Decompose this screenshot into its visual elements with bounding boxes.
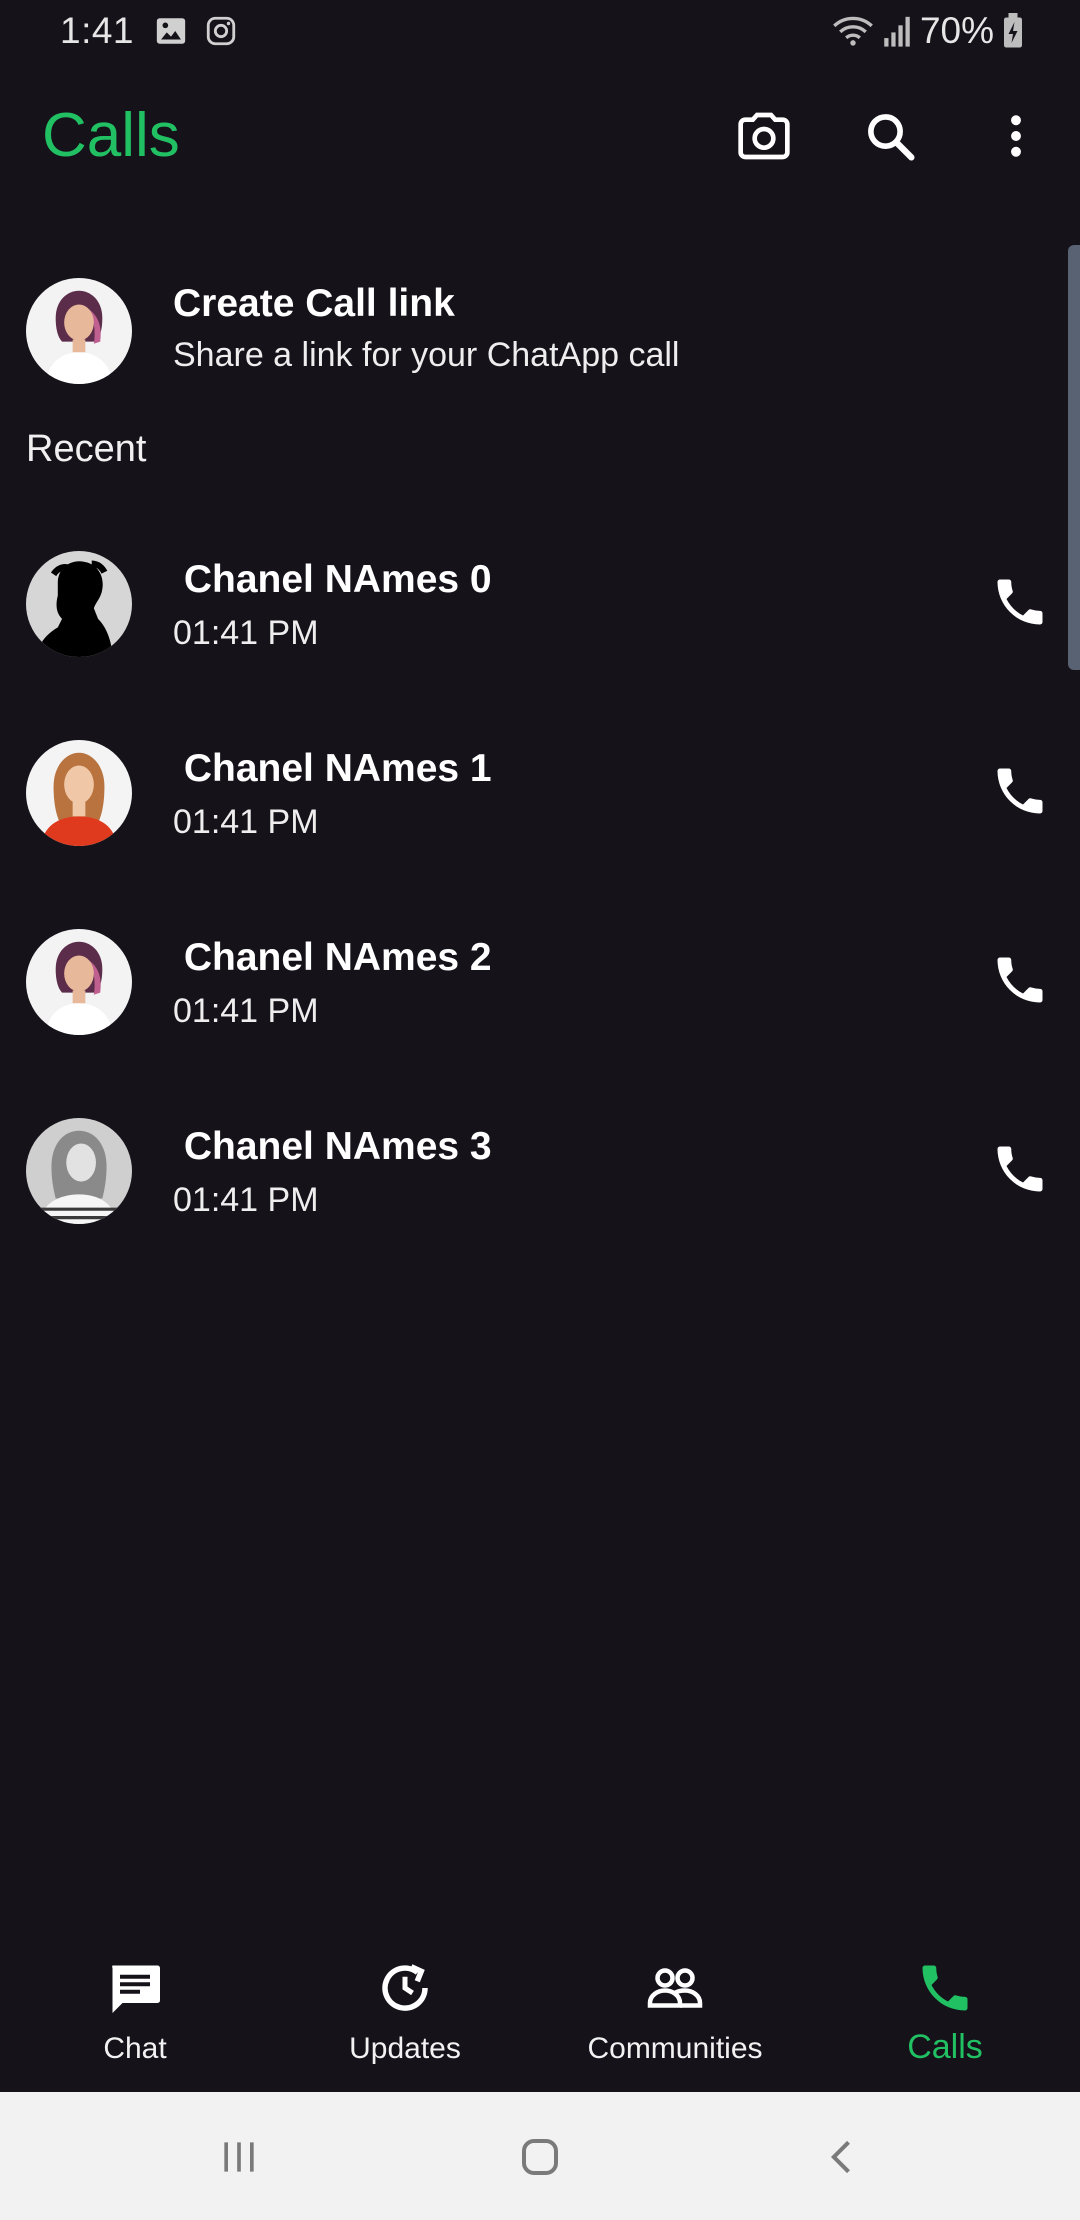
phone-icon[interactable]: [990, 761, 1050, 821]
camera-button[interactable]: [734, 106, 794, 166]
call-row[interactable]: Chanel NAmes 2 01:41 PM: [0, 916, 1080, 1056]
communities-icon: [647, 1968, 703, 2008]
back-icon: [830, 2140, 850, 2174]
back-button[interactable]: [808, 2122, 878, 2192]
status-bar: 1:41 70%: [0, 0, 1080, 64]
search-button[interactable]: [860, 106, 920, 166]
calls-screen: 1:41 70% Calls Create Call link Share a …: [0, 0, 1080, 2220]
home-button[interactable]: [505, 2122, 575, 2192]
nav-chat[interactable]: Chat: [0, 1940, 270, 2092]
battery-percent: 70%: [919, 10, 994, 51]
section-recent-label: Recent: [26, 428, 147, 470]
recents-icon: [224, 2142, 254, 2172]
nav-chat-label: Chat: [103, 2032, 167, 2065]
phone-icon[interactable]: [990, 950, 1050, 1010]
create-call-link[interactable]: Create Call link Share a link for your C…: [0, 270, 1080, 390]
image-icon: [156, 18, 186, 44]
home-icon: [522, 2139, 558, 2175]
page-title: Calls: [42, 101, 180, 170]
call-contact-name: Chanel NAmes 2: [173, 936, 492, 979]
wifi-icon: [833, 16, 873, 46]
nav-communities[interactable]: Communities: [540, 1940, 810, 2092]
call-contact-name: Chanel NAmes 0: [173, 558, 492, 601]
avatar: [26, 278, 132, 384]
call-row[interactable]: Chanel NAmes 3 01:41 PM: [0, 1105, 1080, 1245]
avatar: [26, 551, 132, 657]
status-right: 70%: [832, 10, 1024, 52]
call-time: 01:41 PM: [173, 803, 319, 841]
instagram-icon: [206, 16, 236, 46]
signal-icon: [884, 16, 910, 47]
system-navigation-bar: [0, 2092, 1080, 2220]
nav-updates[interactable]: Updates: [270, 1940, 540, 2092]
camera-icon: [738, 112, 790, 160]
bottom-navigation: Chat Updates Communities Calls: [0, 1940, 1080, 2092]
phone-icon[interactable]: [990, 572, 1050, 632]
app-bar: Calls: [0, 80, 1080, 190]
call-time: 01:41 PM: [173, 1181, 319, 1219]
more-vert-icon: [1011, 115, 1021, 157]
create-call-link-subtitle: Share a link for your ChatApp call: [173, 336, 680, 374]
avatar: [26, 740, 132, 846]
nav-communities-label: Communities: [587, 2032, 763, 2065]
phone-icon[interactable]: [990, 1139, 1050, 1199]
more-options-button[interactable]: [986, 106, 1046, 166]
battery-charging-icon: [1004, 13, 1022, 48]
create-call-link-title: Create Call link: [173, 282, 455, 325]
avatar: [26, 929, 132, 1035]
chat-icon: [112, 1965, 160, 2013]
nav-calls-label: Calls: [907, 2028, 983, 2066]
call-contact-name: Chanel NAmes 3: [173, 1125, 492, 1168]
recents-button[interactable]: [204, 2122, 274, 2192]
call-time: 01:41 PM: [173, 992, 319, 1030]
avatar: [26, 1118, 132, 1224]
call-contact-name: Chanel NAmes 1: [173, 747, 492, 790]
nav-calls[interactable]: Calls: [810, 1940, 1080, 2092]
search-icon: [868, 114, 915, 161]
updates-icon: [382, 1964, 428, 2011]
phone-icon: [922, 1965, 968, 2011]
nav-updates-label: Updates: [349, 2032, 461, 2065]
status-time: 1:41: [60, 10, 135, 51]
call-row[interactable]: Chanel NAmes 0 01:41 PM: [0, 538, 1080, 678]
call-time: 01:41 PM: [173, 614, 319, 652]
call-row[interactable]: Chanel NAmes 1 01:41 PM: [0, 727, 1080, 867]
